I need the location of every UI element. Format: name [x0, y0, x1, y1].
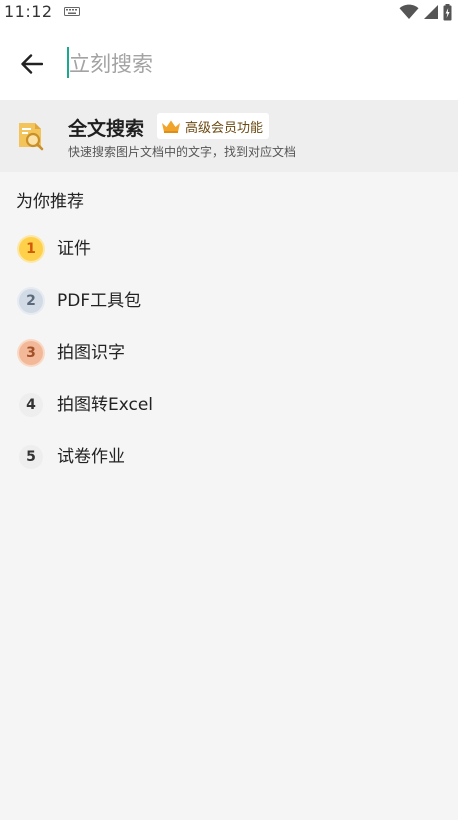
fulltext-description: 快速搜索图片文档中的文字，找到对应文档 [68, 145, 297, 159]
recommendation-item-photo-to-excel[interactable]: 4 拍图转Excel [0, 379, 458, 431]
rank-badge: 1 [19, 237, 43, 261]
fulltext-title: 全文搜索 [68, 118, 145, 140]
recommendation-label: 拍图转Excel [57, 395, 154, 415]
status-icons [399, 3, 452, 21]
signal-icon [424, 5, 438, 19]
back-button[interactable] [12, 46, 52, 82]
recommendation-item-test-paper[interactable]: 5 试卷作业 [0, 431, 458, 483]
recommendation-label: 拍图识字 [57, 343, 125, 363]
status-time: 11:12 [4, 2, 53, 21]
status-bar: 11:12 [0, 0, 458, 26]
search-header [0, 26, 458, 100]
rank-badge: 3 [19, 341, 43, 365]
recommendation-label: 试卷作业 [57, 447, 125, 467]
recommendation-item-id-card[interactable]: 1 证件 [0, 223, 458, 275]
battery-icon [443, 3, 452, 20]
crown-icon [162, 120, 180, 133]
recommendation-item-pdf-tools[interactable]: 2 PDF工具包 [0, 275, 458, 327]
vip-badge-label: 高级会员功能 [185, 120, 264, 136]
text-caret [67, 47, 69, 78]
recommendation-label: PDF工具包 [57, 291, 142, 311]
rank-badge: 5 [19, 445, 43, 469]
rank-badge: 4 [19, 393, 43, 417]
recommendation-list: 1 证件 2 PDF工具包 3 拍图识字 4 拍图转Excel 5 试卷作业 [0, 223, 458, 483]
fulltext-search-banner[interactable]: 全文搜索 高级会员功能 [0, 100, 458, 172]
vip-badge: 高级会员功能 [157, 113, 270, 139]
recommendations-title: 为你推荐 [16, 192, 84, 212]
document-search-icon [19, 123, 44, 151]
wifi-icon [399, 4, 419, 19]
recommendation-label: 证件 [57, 239, 91, 259]
rank-badge: 2 [19, 289, 43, 313]
arrow-left-icon [21, 54, 43, 74]
search-input[interactable] [66, 44, 439, 84]
keyboard-icon [64, 7, 80, 16]
recommendation-item-photo-ocr[interactable]: 3 拍图识字 [0, 327, 458, 379]
